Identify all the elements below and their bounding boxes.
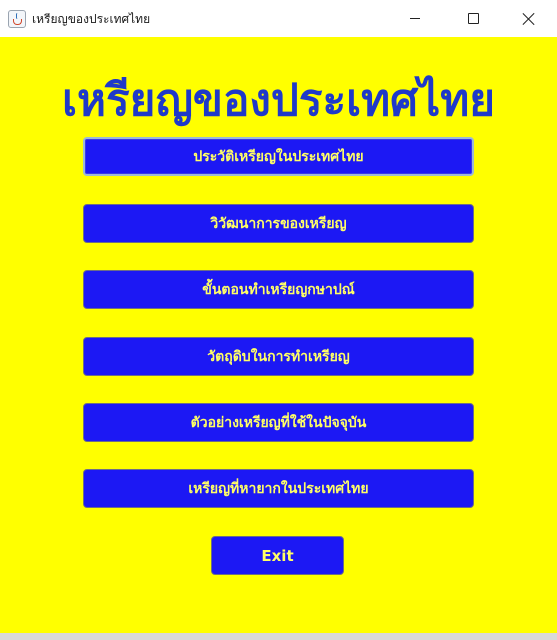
minting-process-button[interactable]: ขั้นตอนทำเหรียญกษาปณ์	[83, 270, 474, 309]
minimize-button[interactable]	[386, 0, 444, 37]
java-cup-icon	[8, 10, 26, 28]
window-bottom-edge	[0, 633, 557, 640]
current-coins-button[interactable]: ตัวอย่างเหรียญที่ใช้ในปัจจุบัน	[83, 403, 474, 442]
close-icon	[522, 12, 536, 26]
minimize-icon	[410, 18, 420, 19]
close-button[interactable]	[500, 0, 557, 37]
materials-button[interactable]: วัตถุดิบในการทำเหรียญ	[83, 337, 474, 376]
evolution-button[interactable]: วิวัฒนาการของเหรียญ	[83, 204, 474, 243]
main-panel: เหรียญของประเทศไทย ประวัติเหรียญในประเทศ…	[0, 37, 557, 633]
window-titlebar: เหรียญของประเทศไทย	[0, 0, 557, 37]
rare-coins-button[interactable]: เหรียญที่หายากในประเทศไทย	[83, 469, 474, 508]
history-button[interactable]: ประวัติเหรียญในประเทศไทย	[83, 137, 474, 176]
maximize-icon	[467, 13, 479, 24]
page-title: เหรียญของประเทศไทย	[61, 75, 496, 126]
exit-button[interactable]: Exit	[211, 536, 344, 575]
window-title: เหรียญของประเทศไทย	[32, 12, 151, 26]
maximize-button[interactable]	[444, 0, 502, 37]
